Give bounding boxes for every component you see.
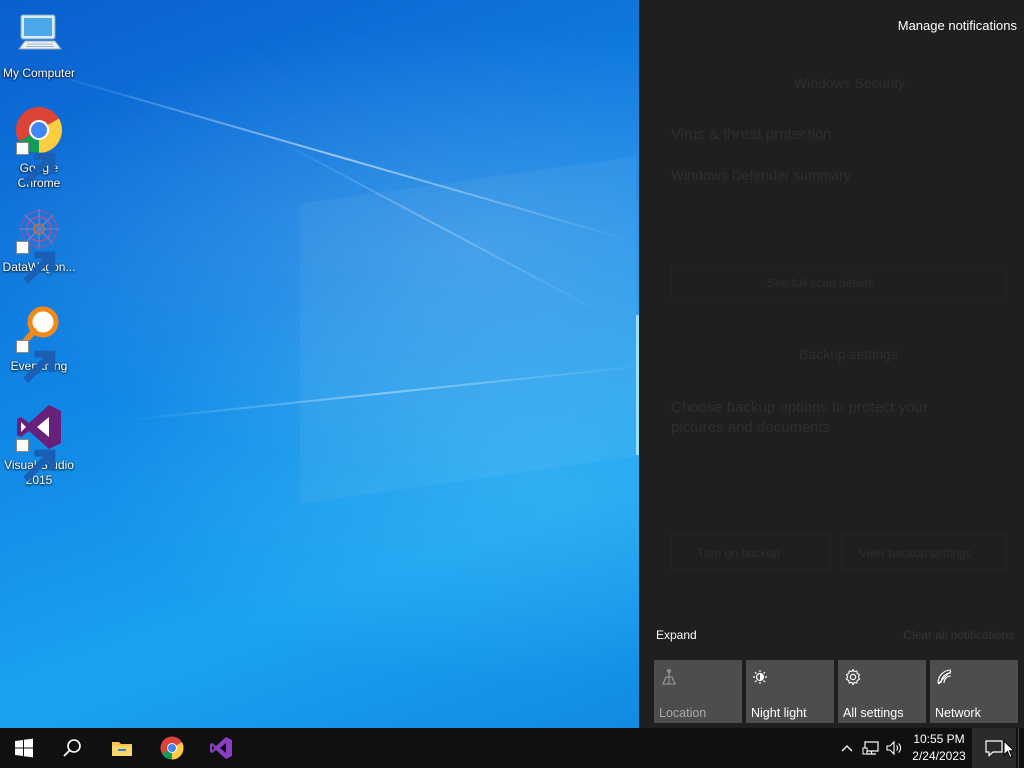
quick-action-label: Network <box>935 706 981 720</box>
file-explorer-icon <box>112 742 132 756</box>
quick-action-location[interactable]: Location <box>654 660 742 723</box>
notification-action-label: View backup settings <box>859 546 972 560</box>
clock-time: 10:55 PM <box>913 732 965 746</box>
show-hidden-icons-button[interactable] <box>837 738 857 758</box>
taskbar-visual-studio[interactable] <box>197 728 245 768</box>
action-center-button[interactable] <box>972 728 1016 768</box>
notification-heading: Choose backup options to protect your pi… <box>671 399 928 436</box>
chrome-icon <box>160 736 184 760</box>
desktop-icon-label: My Computer <box>2 66 76 80</box>
clock-date: 2/24/2023 <box>912 749 966 763</box>
volume-icon <box>886 740 901 756</box>
quick-action-label: All settings <box>843 706 904 720</box>
notification-action-label: Turn on backup <box>697 546 780 560</box>
search-magnifier-icon <box>14 303 64 383</box>
chevron-up-icon <box>841 745 853 752</box>
desktop-icon-my-computer[interactable]: My Computer <box>0 10 78 81</box>
quick-action-label: Location <box>659 706 707 720</box>
search-icon <box>63 739 81 757</box>
datawagon-icon <box>14 204 64 284</box>
desktop-icon-everything[interactable]: Everything <box>0 303 78 383</box>
notification-subheading: Windows Defender summary <box>671 167 851 183</box>
notification-app-header: Windows Security <box>794 75 906 91</box>
clear-all-notifications-link[interactable]: Clear all notifications <box>903 628 1014 642</box>
network-icon <box>936 668 954 686</box>
shortcut-arrow-icon <box>16 340 56 383</box>
shortcut-arrow-icon <box>16 439 56 482</box>
action-center-panel[interactable]: Manage notifications Windows Security Vi… <box>639 0 1024 728</box>
wallpaper-pane <box>300 156 636 504</box>
volume-button[interactable] <box>884 738 904 758</box>
network-tray-icon <box>862 741 879 755</box>
visual-studio-icon <box>14 402 64 482</box>
notification-icon <box>985 740 1003 757</box>
quick-action-network[interactable]: Network <box>930 660 1018 723</box>
search-button[interactable] <box>48 728 96 768</box>
night-light-icon <box>752 668 770 686</box>
start-icon <box>15 738 33 758</box>
quick-action-label: Night light <box>751 706 807 720</box>
desktop-icon-datawagon[interactable]: DataWagon... <box>0 204 78 284</box>
taskbar[interactable]: 10:55 PM 2/24/2023 <box>0 728 1024 768</box>
desktop-icon-visual-studio[interactable]: Visual Studio 2015 <box>0 402 78 488</box>
network-tray-button[interactable] <box>861 738 881 758</box>
shortcut-arrow-icon <box>16 142 56 185</box>
notification-heading: Virus & threat protection <box>671 126 832 143</box>
expand-quick-actions-link[interactable]: Expand <box>656 628 697 642</box>
desktop-icon-google-chrome[interactable]: Google Chrome <box>0 105 78 191</box>
manage-notifications-link[interactable]: Manage notifications <box>898 18 1017 33</box>
notification-action-label: See full scan details <box>767 276 874 290</box>
chrome-icon <box>14 105 64 185</box>
taskbar-clock[interactable]: 10:55 PM 2/24/2023 <box>906 731 972 765</box>
quick-action-all-settings[interactable]: All settings <box>838 660 926 723</box>
notification-app-header: Backup settings <box>799 346 898 362</box>
taskbar-google-chrome[interactable] <box>148 728 196 768</box>
shortcut-arrow-icon <box>16 241 56 284</box>
visual-studio-icon <box>210 737 232 759</box>
start-button[interactable] <box>0 728 48 768</box>
location-icon <box>660 668 678 686</box>
taskbar-file-explorer[interactable] <box>98 728 146 768</box>
show-desktop-button[interactable] <box>1018 728 1024 768</box>
quick-action-night-light[interactable]: Night light <box>746 660 834 723</box>
gear-icon <box>844 668 862 686</box>
computer-icon <box>14 10 64 60</box>
